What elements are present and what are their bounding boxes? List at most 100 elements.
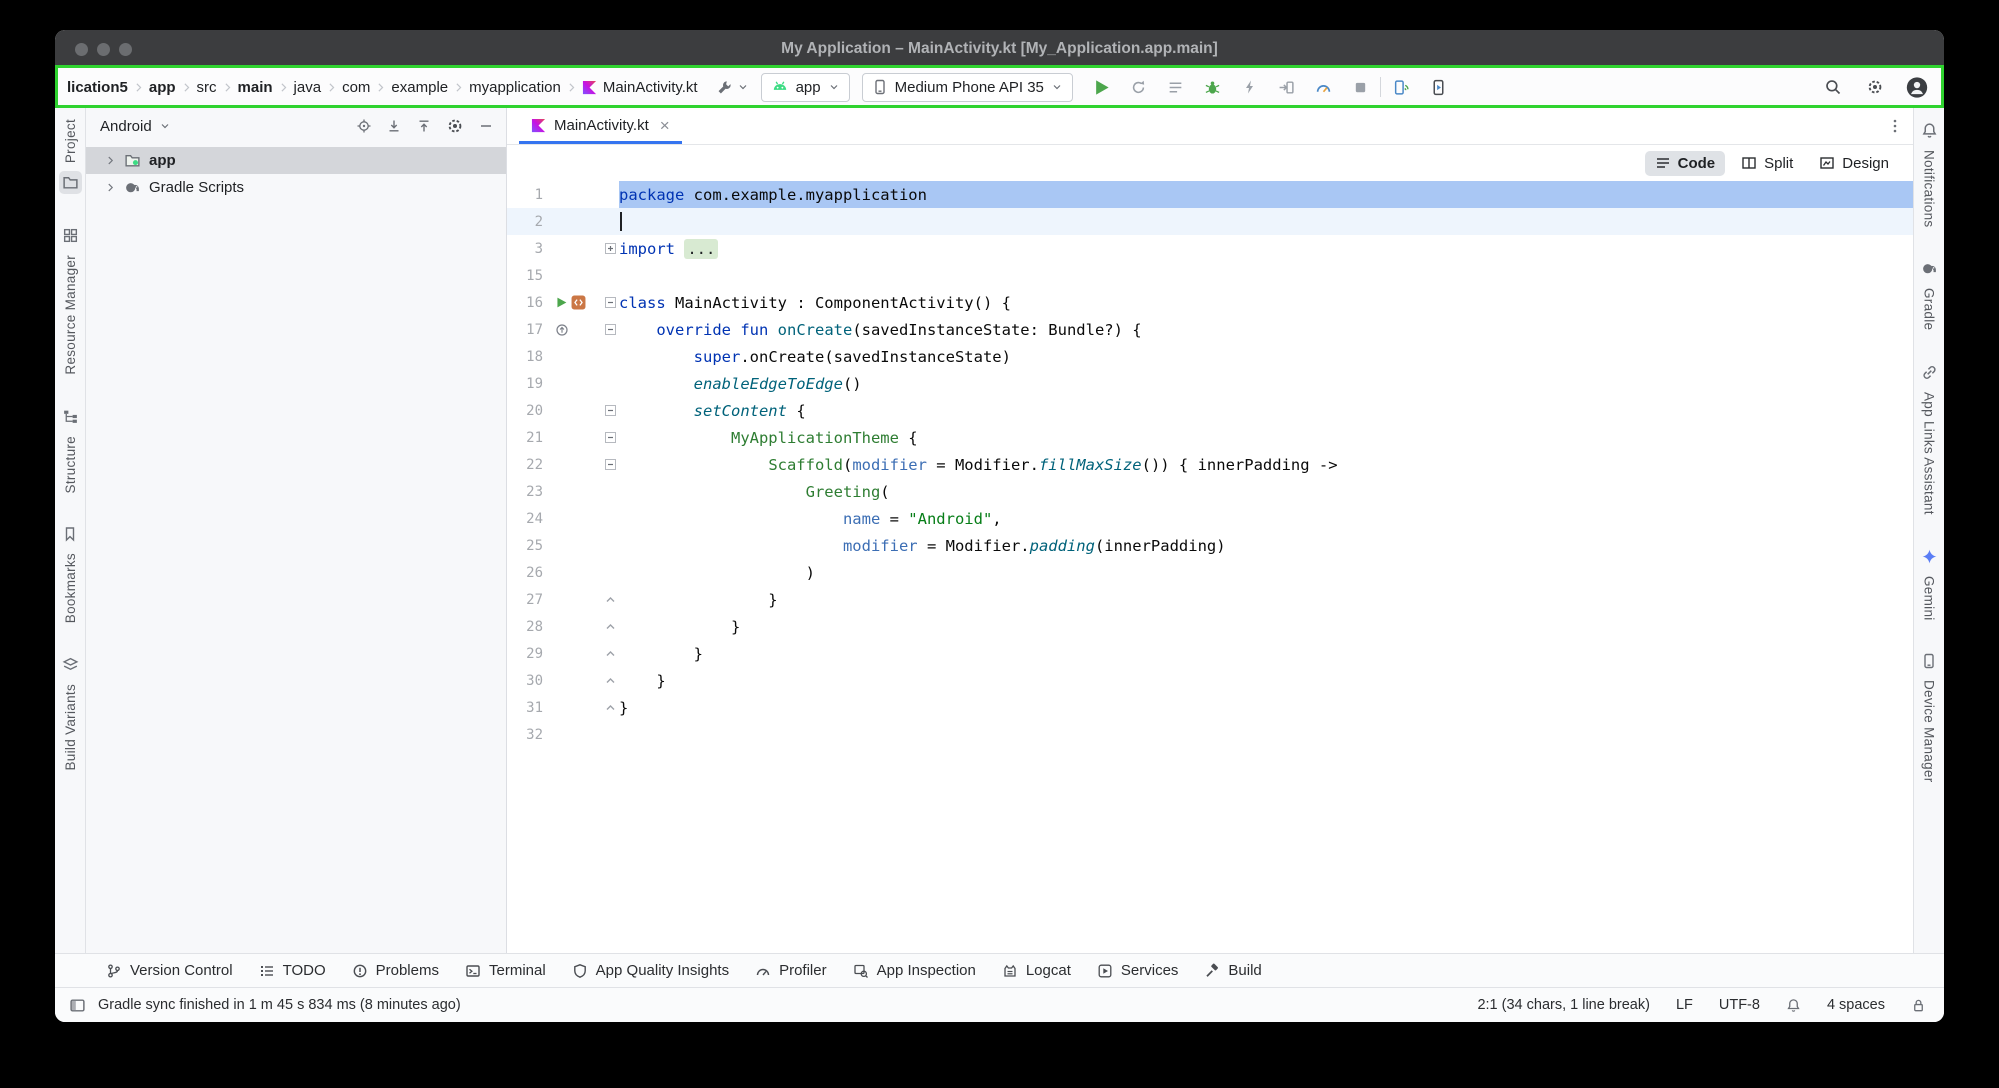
device-selector-dropdown[interactable]: Medium Phone API 35 xyxy=(862,73,1073,102)
code-text[interactable]: Greeting( xyxy=(619,478,1913,505)
indent-indicator[interactable]: 4 spaces xyxy=(1827,997,1885,1013)
tool-window-services[interactable]: Services xyxy=(1084,954,1192,987)
tool-window-build[interactable]: Build xyxy=(1191,954,1274,987)
code-line-15[interactable]: 15 xyxy=(507,262,1913,289)
panel-options-button[interactable] xyxy=(446,117,464,135)
chevron-right-icon[interactable] xyxy=(104,182,116,193)
chevron-down-icon[interactable] xyxy=(159,120,171,132)
zoom-window-button[interactable] xyxy=(119,43,132,56)
code-line-31[interactable]: 31} xyxy=(507,694,1913,721)
sidebar-item-project[interactable]: Project xyxy=(59,119,82,194)
profiler-button[interactable] xyxy=(1313,76,1335,98)
sidebar-item-resource-manager[interactable]: Resource Manager xyxy=(59,224,82,375)
project-view-dropdown[interactable]: Android xyxy=(100,118,152,135)
stop-button[interactable] xyxy=(1350,76,1372,98)
sidebar-item-gradle[interactable]: Gradle xyxy=(1918,257,1941,330)
fold-marker[interactable] xyxy=(601,459,619,470)
fold-marker[interactable] xyxy=(601,594,619,605)
attach-debugger-button[interactable] xyxy=(1276,76,1298,98)
layout-panels-icon[interactable] xyxy=(69,997,86,1014)
code-line-28[interactable]: 28 } xyxy=(507,613,1913,640)
sidebar-item-build-variants[interactable]: Build Variants xyxy=(59,653,82,771)
code-line-18[interactable]: 18 super.onCreate(savedInstanceState) xyxy=(507,343,1913,370)
code-line-16[interactable]: 16class MainActivity : ComponentActivity… xyxy=(507,289,1913,316)
collapse-all-button[interactable] xyxy=(416,118,432,134)
locate-file-button[interactable] xyxy=(356,118,372,134)
hide-panel-button[interactable] xyxy=(478,118,494,134)
code-text[interactable] xyxy=(619,262,1913,289)
code-text[interactable]: modifier = Modifier.padding(innerPadding… xyxy=(619,532,1913,559)
fold-marker[interactable] xyxy=(601,432,619,443)
fold-marker[interactable] xyxy=(601,297,619,308)
code-line-32[interactable]: 32 xyxy=(507,721,1913,748)
breadcrumb-item-app[interactable]: app xyxy=(145,77,180,98)
code-text[interactable]: MyApplicationTheme { xyxy=(619,424,1913,451)
notifications-icon[interactable] xyxy=(1786,998,1801,1013)
apply-changes-button[interactable] xyxy=(1128,76,1150,98)
code-line-20[interactable]: 20 setContent { xyxy=(507,397,1913,424)
breadcrumb-item-mainactivity-kt[interactable]: MainActivity.kt xyxy=(578,77,702,98)
tool-window-problems[interactable]: Problems xyxy=(339,954,452,987)
expand-all-button[interactable] xyxy=(386,118,402,134)
code-text[interactable] xyxy=(619,208,1913,235)
sidebar-item-device-manager[interactable]: Device Manager xyxy=(1918,650,1940,783)
override-icon[interactable] xyxy=(555,323,569,337)
tool-window-version-control[interactable]: Version Control xyxy=(93,954,246,987)
code-line-3[interactable]: 3import ... xyxy=(507,235,1913,262)
sidebar-item-notifications[interactable]: Notifications xyxy=(1918,119,1941,227)
breadcrumb-item-myapplication[interactable]: myapplication xyxy=(465,77,565,98)
tool-window-logcat[interactable]: Logcat xyxy=(989,954,1084,987)
device-mirroring-button[interactable] xyxy=(1391,76,1413,98)
caret-position[interactable]: 2:1 (34 chars, 1 line break) xyxy=(1477,997,1649,1013)
code-line-2[interactable]: 2 xyxy=(507,208,1913,235)
tree-item-app[interactable]: app xyxy=(86,147,506,174)
profile-button[interactable] xyxy=(1239,76,1261,98)
breadcrumb-item-lication5[interactable]: lication5 xyxy=(63,77,132,98)
tab-options-icon[interactable] xyxy=(1887,118,1903,134)
minimize-window-button[interactable] xyxy=(97,43,110,56)
code-text[interactable]: } xyxy=(619,694,1913,721)
search-everywhere-button[interactable] xyxy=(1822,76,1844,98)
code-line-29[interactable]: 29 } xyxy=(507,640,1913,667)
sidebar-item-gemini[interactable]: Gemini xyxy=(1918,545,1941,621)
code-text[interactable]: class MainActivity : ComponentActivity()… xyxy=(619,289,1913,316)
tool-window-todo[interactable]: TODO xyxy=(246,954,339,987)
tools-dropdown[interactable] xyxy=(716,79,749,96)
run-line-icon[interactable] xyxy=(555,296,568,309)
running-devices-button[interactable] xyxy=(1428,76,1450,98)
fold-marker[interactable] xyxy=(601,675,619,686)
account-avatar[interactable] xyxy=(1906,76,1928,98)
code-line-24[interactable]: 24 name = "Android", xyxy=(507,505,1913,532)
code-line-19[interactable]: 19 enableEdgeToEdge() xyxy=(507,370,1913,397)
line-ending-indicator[interactable]: LF xyxy=(1676,997,1693,1013)
sidebar-item-bookmarks[interactable]: Bookmarks xyxy=(59,523,81,623)
code-text[interactable] xyxy=(619,721,1913,748)
code-line-25[interactable]: 25 modifier = Modifier.padding(innerPadd… xyxy=(507,532,1913,559)
fold-marker[interactable] xyxy=(601,243,619,254)
breadcrumb-item-example[interactable]: example xyxy=(387,77,452,98)
view-mode-code[interactable]: Code xyxy=(1645,151,1726,176)
code-line-1[interactable]: 1package com.example.myapplication xyxy=(507,181,1913,208)
code-text[interactable]: setContent { xyxy=(619,397,1913,424)
tool-window-terminal[interactable]: Terminal xyxy=(452,954,559,987)
code-text[interactable]: } xyxy=(619,586,1913,613)
code-text[interactable]: override fun onCreate(savedInstanceState… xyxy=(619,316,1913,343)
view-mode-split[interactable]: Split xyxy=(1731,151,1803,176)
chevron-right-icon[interactable] xyxy=(104,155,116,166)
code-text[interactable]: } xyxy=(619,667,1913,694)
fold-marker[interactable] xyxy=(601,324,619,335)
code-text[interactable]: super.onCreate(savedInstanceState) xyxy=(619,343,1913,370)
breadcrumb-item-com[interactable]: com xyxy=(338,77,374,98)
code-text[interactable]: } xyxy=(619,640,1913,667)
code-text[interactable]: } xyxy=(619,613,1913,640)
sidebar-item-app-links-assistant[interactable]: App Links Assistant xyxy=(1918,361,1941,515)
code-area[interactable]: 1package com.example.myapplication23impo… xyxy=(507,181,1913,953)
code-line-27[interactable]: 27 } xyxy=(507,586,1913,613)
lock-icon[interactable] xyxy=(1911,998,1926,1013)
tool-window-app-inspection[interactable]: App Inspection xyxy=(840,954,989,987)
tool-window-app-quality-insights[interactable]: App Quality Insights xyxy=(559,954,742,987)
fold-marker[interactable] xyxy=(601,405,619,416)
code-line-23[interactable]: 23 Greeting( xyxy=(507,478,1913,505)
code-line-26[interactable]: 26 ) xyxy=(507,559,1913,586)
fold-marker[interactable] xyxy=(601,648,619,659)
